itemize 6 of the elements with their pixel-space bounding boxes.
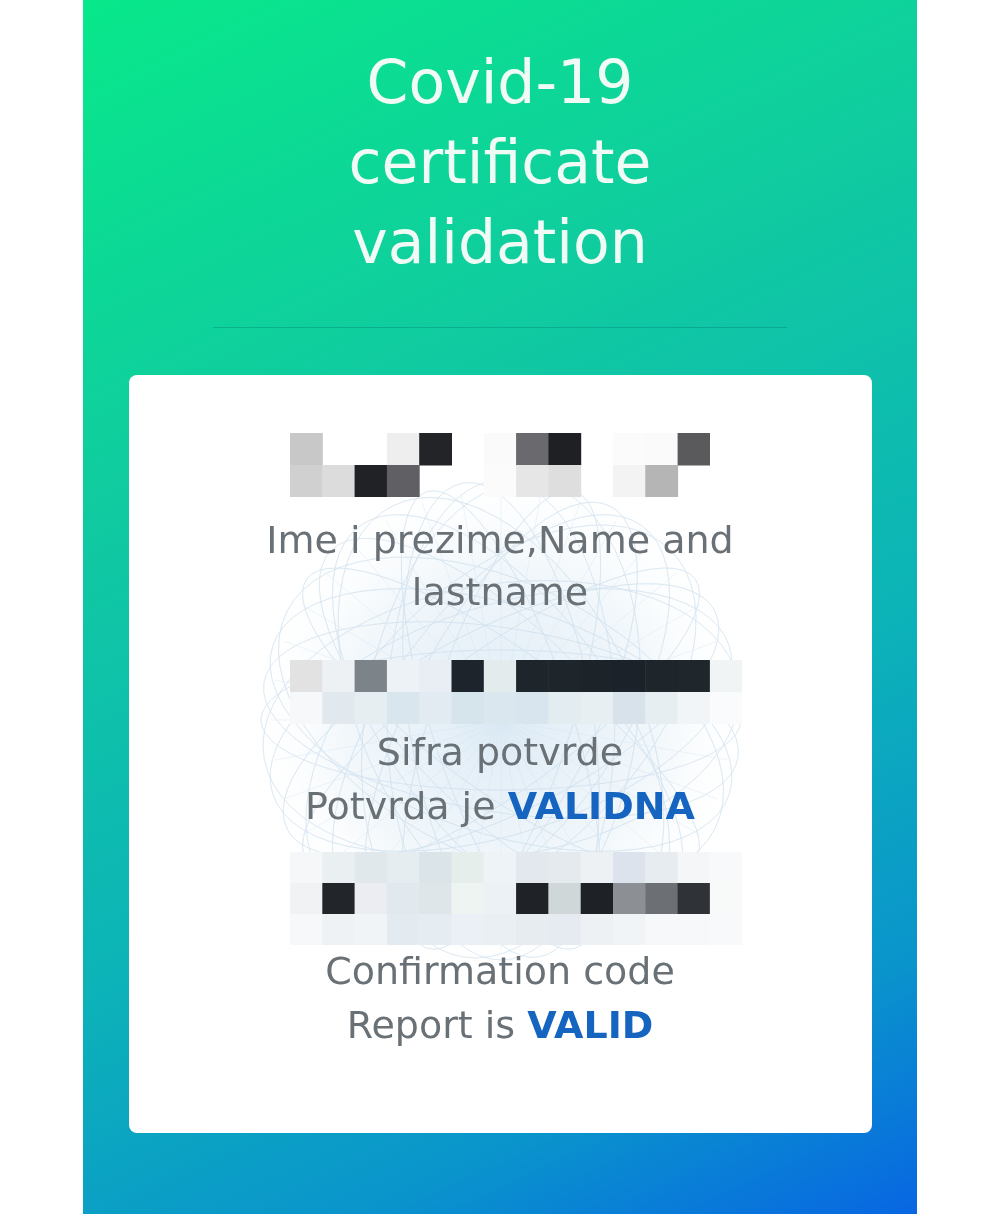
field-label: Confirmation code	[325, 948, 675, 995]
validation-status-text: Potvrda je VALIDNA	[305, 783, 695, 830]
field-label: Ime i prezime,Name and lastname	[265, 517, 735, 616]
page-title: Covid-19 certificate validation	[347, 46, 653, 279]
field-label: Sifra potvrde	[376, 729, 624, 776]
validation-status-text: Report is VALID	[346, 1002, 654, 1049]
